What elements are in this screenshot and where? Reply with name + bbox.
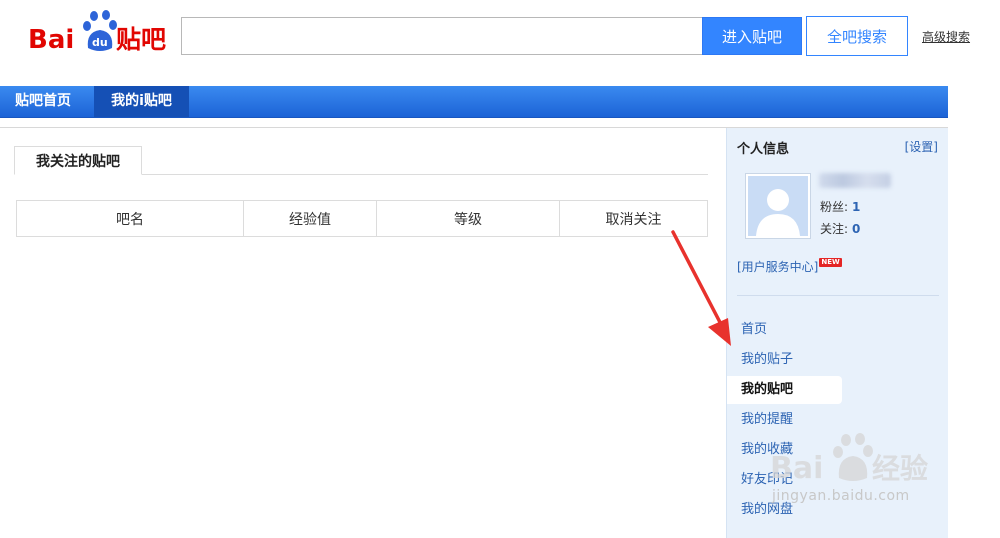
table-header-row: 吧名 经验值 等级 取消关注 [16, 200, 708, 237]
enter-tieba-button[interactable]: 进入贴吧 [702, 17, 802, 55]
watermark-url: jingyan.baidu.com [772, 488, 910, 504]
sidebar-item-my-posts[interactable]: 我的贴子 [727, 346, 842, 374]
sidebar-item-my-bars[interactable]: 我的贴吧 [727, 376, 842, 404]
username-redacted [819, 173, 891, 188]
fans-label: 粉丝: [820, 200, 849, 214]
fans-count[interactable]: 1 [852, 200, 860, 214]
column-level: 等级 [376, 200, 560, 237]
sidebar-item-home[interactable]: 首页 [727, 316, 842, 344]
fans-stat: 粉丝: 1 [820, 198, 860, 215]
service-center-label: [用户服务中心] [737, 260, 819, 274]
sidebar-divider [737, 295, 939, 296]
svg-text:du: du [92, 36, 108, 49]
all-tieba-search-button[interactable]: 全吧搜索 [806, 16, 908, 56]
nav-tieba-home[interactable]: 贴吧首页 [0, 86, 86, 117]
settings-link[interactable]: [设置] [905, 138, 938, 155]
column-experience: 经验值 [243, 200, 377, 237]
tab-followed-bars[interactable]: 我关注的贴吧 [14, 146, 142, 175]
sidebar-item-my-reminders[interactable]: 我的提醒 [727, 406, 842, 434]
advanced-search-link[interactable]: 高级搜索 [922, 28, 970, 45]
follow-count[interactable]: 0 [852, 222, 860, 236]
default-user-icon [748, 176, 808, 236]
follow-stat: 关注: 0 [820, 220, 860, 237]
personal-info-sidebar: 个人信息 [设置] 粉丝: 1 关注: 0 [用户服务中心] NEW 首页 我的贴子 … [726, 128, 948, 538]
new-badge: NEW [819, 258, 842, 267]
baidu-tieba-logo[interactable]: du Bai 贴吧 [28, 8, 168, 58]
follow-label: 关注: [820, 222, 849, 236]
column-bar-name: 吧名 [16, 200, 244, 237]
user-service-center-link[interactable]: [用户服务中心] NEW [737, 258, 842, 275]
nav-my-tieba[interactable]: 我的i贴吧 [94, 86, 189, 117]
tab-bar: 我关注的贴吧 [14, 146, 708, 175]
search-input[interactable] [181, 17, 703, 55]
svg-text:Bai: Bai [28, 25, 74, 55]
sidebar-item-my-favorites[interactable]: 我的收藏 [727, 436, 842, 464]
main-nav-bar: 贴吧首页 我的i贴吧 [0, 86, 948, 118]
avatar[interactable] [745, 173, 811, 239]
followed-bars-table: 吧名 经验值 等级 取消关注 [16, 200, 708, 237]
svg-text:贴吧: 贴吧 [116, 25, 166, 54]
personal-info-title: 个人信息 [737, 142, 790, 157]
column-unfollow: 取消关注 [559, 200, 708, 237]
